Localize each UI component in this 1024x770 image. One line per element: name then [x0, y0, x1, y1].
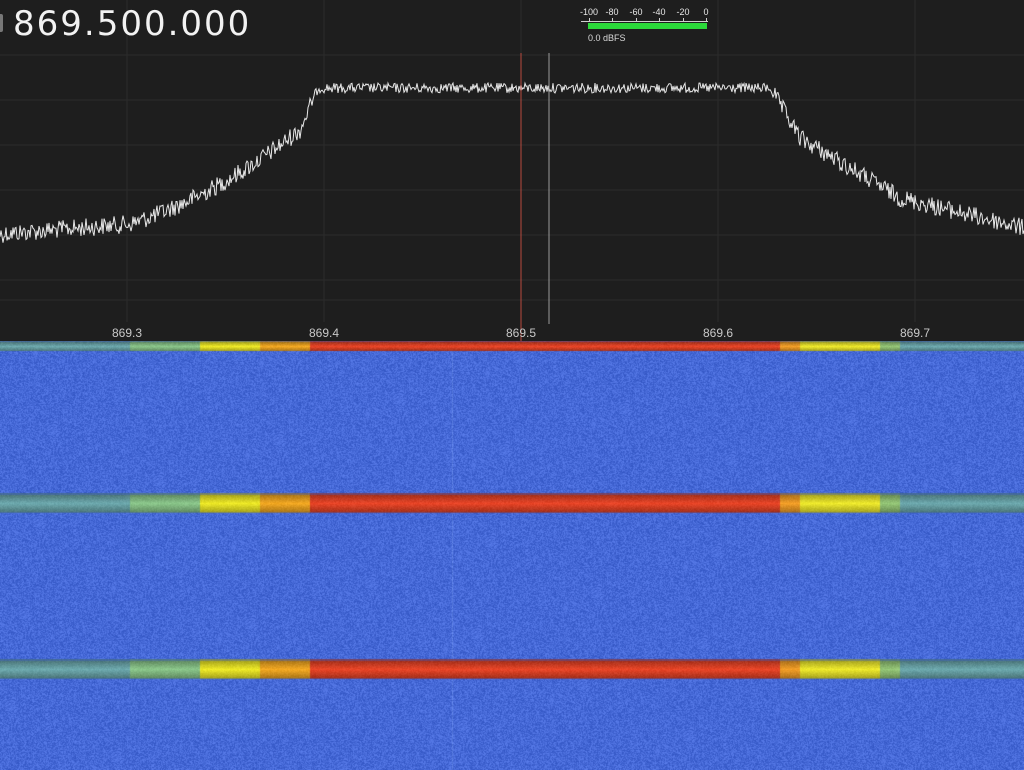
meter-tick-label: -100 [579, 7, 599, 17]
frequency-axis-label: 869.6 [702, 326, 734, 340]
meter-tick-mark [659, 18, 660, 22]
frequency-edge-handle [0, 14, 3, 32]
frequency-axis-label: 869.7 [899, 326, 931, 340]
meter-tick-mark [612, 18, 613, 22]
frequency-axis-label: 869.5 [505, 326, 537, 340]
meter-tick-label: -40 [652, 7, 666, 17]
meter-tick-mark [706, 18, 707, 22]
frequency-axis-label: 869.3 [111, 326, 143, 340]
meter-tick-mark [683, 18, 684, 22]
meter-scale-line [581, 21, 708, 22]
meter-value-text: 0.0 dBFS [588, 33, 626, 43]
spectrum-grid [0, 0, 1024, 322]
spectrum-trace [0, 81, 1024, 243]
meter-tick-mark [636, 18, 637, 22]
meter-tick-label: -20 [676, 7, 690, 17]
meter-bar [588, 23, 707, 29]
meter-tick-label: 0 [703, 7, 709, 17]
frequency-axis-label: 869.4 [308, 326, 340, 340]
waterfall-display[interactable] [0, 341, 1024, 770]
meter-tick-label: -60 [629, 7, 643, 17]
spectrum-plot[interactable] [0, 0, 1024, 341]
waterfall-canvas[interactable] [0, 341, 1024, 770]
meter-tick-label: -80 [605, 7, 619, 17]
meter-tick-mark [589, 18, 590, 22]
meter-bar-fill [588, 23, 707, 29]
signal-level-meter: -100 -80 -60 -40 -20 0 0.0 dBFS [578, 6, 714, 46]
spectrum-panel[interactable]: 869.500.000 -100 -80 -60 -40 -20 0 0.0 d… [0, 0, 1024, 341]
frequency-readout[interactable]: 869.500.000 [13, 4, 251, 44]
